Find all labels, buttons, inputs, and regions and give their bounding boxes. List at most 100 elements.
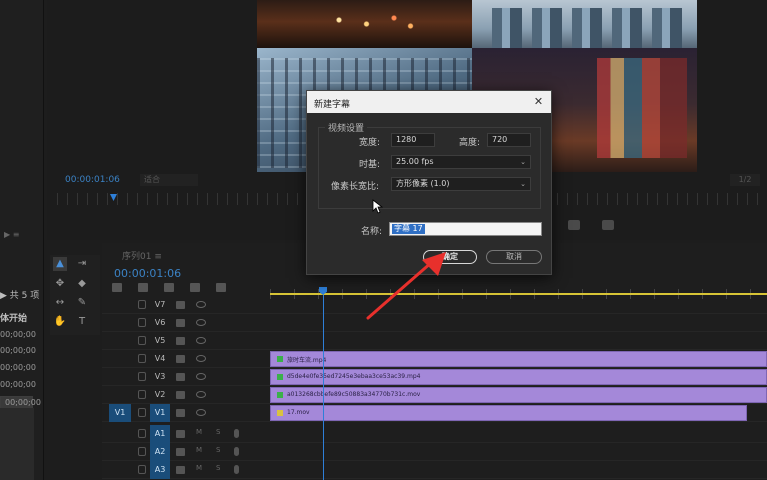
eye-icon[interactable]: [196, 409, 206, 416]
title-name-field[interactable]: 字幕 17: [389, 222, 542, 236]
selection-tool-icon[interactable]: ▲: [53, 257, 67, 271]
source-patch-v1[interactable]: V1: [109, 404, 131, 422]
lock-icon[interactable]: [138, 354, 146, 363]
type-tool-icon[interactable]: T: [75, 315, 89, 329]
microphone-icon[interactable]: [234, 429, 239, 438]
media-start-column-header[interactable]: 体开始: [0, 311, 27, 324]
track-target[interactable]: V4: [150, 350, 170, 368]
pen-tool-icon[interactable]: ✎: [75, 296, 89, 310]
sync-lock-icon[interactable]: [176, 319, 185, 327]
fit-dropdown[interactable]: 适合: [140, 174, 198, 186]
solo-button[interactable]: S: [216, 446, 220, 454]
clip[interactable]: a013268cbbefe89c50883a34770b731c.mov: [270, 387, 767, 403]
eye-icon[interactable]: [196, 301, 206, 308]
sync-lock-icon[interactable]: [176, 355, 185, 363]
work-area-bar[interactable]: [270, 293, 767, 295]
eye-icon[interactable]: [196, 373, 206, 380]
height-field[interactable]: 720: [487, 133, 531, 147]
track-header-v3: V3: [102, 368, 270, 386]
width-field[interactable]: 1280: [391, 133, 435, 147]
track-target[interactable]: V5: [150, 332, 170, 350]
eye-icon[interactable]: [196, 391, 206, 398]
ripple-edit-tool-icon[interactable]: ✥: [53, 277, 67, 291]
track-v5[interactable]: [270, 332, 767, 350]
resolution-dropdown[interactable]: 1/2: [730, 174, 760, 186]
program-timecode[interactable]: 00:00:01:06: [65, 175, 120, 185]
track-header-a2: A2 M S: [102, 443, 270, 461]
track-target[interactable]: V2: [150, 386, 170, 404]
snap-icon[interactable]: [138, 283, 148, 292]
sync-lock-icon[interactable]: [176, 373, 185, 381]
timebase-select[interactable]: 25.00 fps ⌄: [391, 155, 531, 169]
project-row[interactable]: 00;00;00: [0, 330, 36, 339]
microphone-icon[interactable]: [234, 447, 239, 456]
track-header-v7: V7: [102, 296, 270, 314]
add-marker-icon[interactable]: [190, 283, 200, 292]
video-settings-title: 视频设置: [325, 121, 368, 134]
close-icon[interactable]: ✕: [532, 95, 545, 108]
lock-icon[interactable]: [138, 336, 146, 345]
track-header-v1: V1 V1: [102, 404, 270, 422]
clip[interactable]: 旅时车流.mp4: [270, 351, 767, 367]
mute-button[interactable]: M: [196, 446, 202, 454]
sync-lock-icon[interactable]: [176, 409, 185, 417]
sequence-tab[interactable]: 序列01 ≡: [122, 249, 162, 262]
mute-button[interactable]: M: [196, 464, 202, 472]
compare-icon[interactable]: [602, 220, 614, 230]
sync-lock-icon[interactable]: [176, 466, 185, 474]
sync-lock-icon[interactable]: [176, 301, 185, 309]
track-target[interactable]: V1: [150, 404, 170, 422]
track-a3[interactable]: [270, 461, 767, 479]
solo-button[interactable]: S: [216, 428, 220, 436]
track-target[interactable]: V3: [150, 368, 170, 386]
lock-icon[interactable]: [138, 429, 146, 438]
slip-tool-icon[interactable]: ↔: [53, 296, 67, 310]
clip[interactable]: d5de4e0fe35ed7245e3ebaa3ce53ac39.mp4: [270, 369, 767, 385]
nest-icon[interactable]: [112, 283, 122, 292]
lock-icon[interactable]: [138, 318, 146, 327]
settings-wrench-icon[interactable]: [216, 283, 226, 292]
track-select-tool-icon[interactable]: ⇥: [75, 257, 89, 271]
lock-icon[interactable]: [138, 408, 146, 417]
project-row[interactable]: 00;00;00: [0, 346, 36, 355]
project-row[interactable]: 00;00;00: [0, 380, 36, 389]
cancel-button[interactable]: 取消: [486, 250, 542, 264]
lock-icon[interactable]: [138, 465, 146, 474]
microphone-icon[interactable]: [234, 465, 239, 474]
camera-icon[interactable]: [568, 220, 580, 230]
track-target[interactable]: A3: [150, 461, 170, 479]
linked-selection-icon[interactable]: [164, 283, 174, 292]
track-target[interactable]: A2: [150, 443, 170, 461]
track-a2[interactable]: [270, 443, 767, 461]
pixel-aspect-select[interactable]: 方形像素 (1.0) ⌄: [391, 177, 531, 191]
eye-icon[interactable]: [196, 319, 206, 326]
lock-icon[interactable]: [138, 372, 146, 381]
sync-lock-icon[interactable]: [176, 337, 185, 345]
sync-lock-icon[interactable]: [176, 448, 185, 456]
panel-menu-icon[interactable]: ▶ ≡: [4, 230, 19, 239]
timeline-timecode[interactable]: 00:00:01:06: [114, 267, 181, 280]
dialog-titlebar[interactable]: 新建字幕 ✕: [307, 91, 551, 113]
track-target[interactable]: V6: [150, 314, 170, 332]
track-v6[interactable]: [270, 314, 767, 332]
hand-tool-icon[interactable]: ✋: [53, 315, 67, 329]
track-target[interactable]: V7: [150, 296, 170, 314]
lock-icon[interactable]: [138, 300, 146, 309]
track-target[interactable]: A1: [150, 425, 170, 443]
lock-icon[interactable]: [138, 447, 146, 456]
dialog-title: 新建字幕: [314, 100, 351, 110]
track-a1[interactable]: [270, 425, 767, 443]
eye-icon[interactable]: [196, 337, 206, 344]
project-row[interactable]: 00;00;00: [0, 363, 36, 372]
eye-icon[interactable]: [196, 355, 206, 362]
chevron-down-icon: ⌄: [520, 158, 526, 166]
mute-button[interactable]: M: [196, 428, 202, 436]
sync-lock-icon[interactable]: [176, 391, 185, 399]
clip[interactable]: 17.mov: [270, 405, 747, 421]
lock-icon[interactable]: [138, 390, 146, 399]
razor-tool-icon[interactable]: ◆: [75, 277, 89, 291]
sync-lock-icon[interactable]: [176, 430, 185, 438]
solo-button[interactable]: S: [216, 464, 220, 472]
track-v7[interactable]: [270, 296, 767, 314]
project-panel-scrollbar[interactable]: [0, 408, 34, 480]
